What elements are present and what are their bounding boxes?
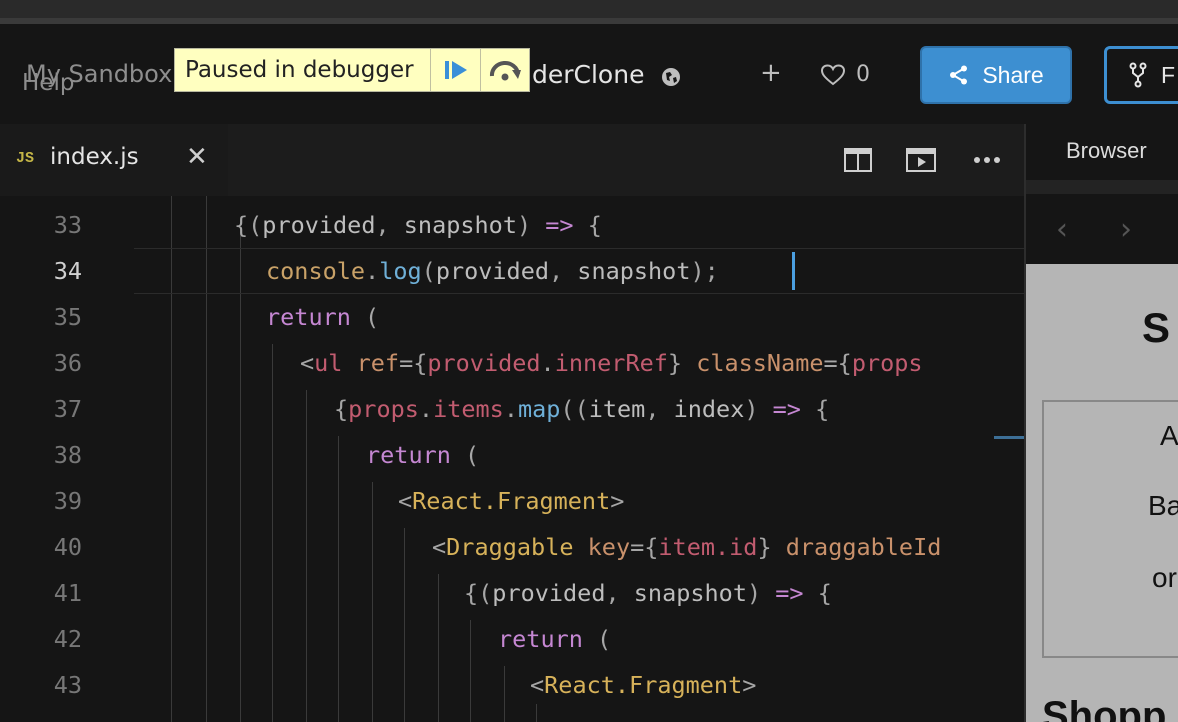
preview-item: A <box>1160 420 1178 451</box>
line-number: 39 <box>53 487 82 515</box>
resume-icon <box>444 61 467 79</box>
more-options-icon[interactable] <box>972 148 1002 172</box>
browser-preview: S A Ba or Shopp <box>1026 264 1178 722</box>
tab-browser[interactable]: Browser <box>1066 138 1147 164</box>
like-count: 0 <box>856 62 870 87</box>
code-line-active: 34 console.log(provided, snapshot); <box>0 248 1024 294</box>
editor-tab-bar: JS index.js ✕ <box>0 124 1024 196</box>
like-button[interactable]: 0 <box>820 62 870 87</box>
code-line: 41 {(provided, snapshot) => { <box>0 570 1024 616</box>
line-number: 38 <box>53 441 82 469</box>
share-button[interactable]: Share <box>920 46 1072 104</box>
app-header: My Sandbox Help Paused in debugger derCl… <box>0 24 1178 124</box>
preview-item: or <box>1152 562 1177 593</box>
forward-icon[interactable]: › <box>1120 212 1132 247</box>
code-line: 43 <React.Fragment> <box>0 662 1024 708</box>
preview-icon[interactable] <box>906 148 936 172</box>
code-line: 37 {props.items.map((item, index) => { <box>0 386 1024 432</box>
debugger-overlay: Paused in debugger <box>174 48 530 92</box>
code-text: <Draggable key={item.id} draggableId <box>432 533 942 561</box>
line-number: 36 <box>53 349 82 377</box>
step-over-icon <box>489 61 521 81</box>
scroll-marker <box>994 436 1024 439</box>
line-number: 34 <box>53 257 82 285</box>
project-name[interactable]: derClone <box>532 60 644 89</box>
line-number: 41 <box>53 579 82 607</box>
tab-index-js[interactable]: JS index.js ✕ <box>0 124 228 196</box>
globe-icon <box>662 68 680 86</box>
code-line: 42 return ( <box>0 616 1024 662</box>
code-text: return ( <box>498 625 612 653</box>
code-text: <React.Fragment> <box>398 487 625 515</box>
line-number: 35 <box>53 303 82 331</box>
code-line: 38 return ( <box>0 432 1024 478</box>
tab-label: index.js <box>50 144 139 170</box>
code-line: 35 return ( <box>0 294 1024 340</box>
add-button[interactable]: + <box>760 58 782 88</box>
split-view-icon[interactable] <box>844 148 874 172</box>
close-tab-icon[interactable]: ✕ <box>186 142 208 172</box>
heart-icon <box>820 63 846 85</box>
code-text: {(provided, snapshot) => { <box>234 211 602 239</box>
code-text: {(provided, snapshot) => { <box>464 579 832 607</box>
step-over-button[interactable] <box>479 49 529 91</box>
code-text: return ( <box>266 303 380 331</box>
preview-item: Ba <box>1148 490 1178 521</box>
code-editor[interactable]: 33 {(provided, snapshot) => { 34 console… <box>0 196 1024 722</box>
code-text: console.log(provided, snapshot); <box>266 257 719 285</box>
preview-subheading: Shopp <box>1042 694 1167 722</box>
code-line: 40 <Draggable key={item.id} draggableId <box>0 524 1024 570</box>
code-line: 33 {(provided, snapshot) => { <box>0 202 1024 248</box>
browser-panel: Browser ‹ › S A Ba or Shopp <box>1024 124 1178 722</box>
fork-icon <box>1129 62 1147 88</box>
line-number: 33 <box>53 211 82 239</box>
fork-label: F <box>1161 61 1176 88</box>
code-text: <ul ref={provided.innerRef} className={p… <box>300 349 923 377</box>
text-cursor <box>792 252 795 290</box>
preview-heading: S <box>1142 304 1171 351</box>
code-line: 39 <React.Fragment> <box>0 478 1024 524</box>
js-file-icon: JS <box>16 150 35 167</box>
preview-list-box: A Ba or <box>1042 400 1178 658</box>
code-text: {props.items.map((item, index) => { <box>334 395 830 423</box>
browser-separator <box>1026 180 1178 194</box>
line-number: 37 <box>53 395 82 423</box>
resume-button[interactable] <box>430 49 479 91</box>
share-icon <box>950 65 968 85</box>
back-icon[interactable]: ‹ <box>1056 212 1068 247</box>
code-line: 36 <ul ref={provided.innerRef} className… <box>0 340 1024 386</box>
code-text: <React.Fragment> <box>530 671 757 699</box>
line-number: 42 <box>53 625 82 653</box>
debugger-status-label: Paused in debugger <box>185 57 414 83</box>
help-menu[interactable]: Help <box>22 70 74 96</box>
line-number: 43 <box>53 671 82 699</box>
share-label: Share <box>982 61 1044 88</box>
window-top-strip <box>0 0 1178 18</box>
fork-button[interactable]: F <box>1104 46 1178 104</box>
code-text: return ( <box>366 441 480 469</box>
line-number: 40 <box>53 533 82 561</box>
